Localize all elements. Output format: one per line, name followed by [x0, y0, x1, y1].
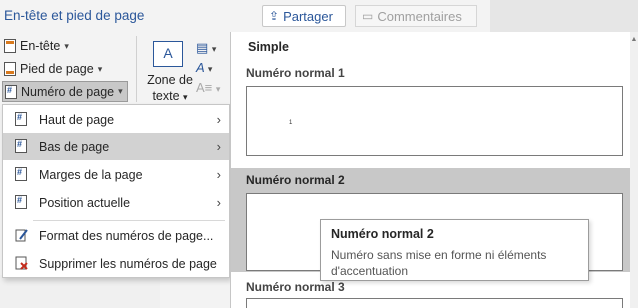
chevron-down-icon: ▾ [118, 86, 123, 96]
wordart-icon[interactable]: A ▾ [196, 60, 226, 80]
left-pane [0, 275, 160, 308]
menu-item-current-position[interactable]: Position actuelle › [3, 189, 229, 216]
header-button[interactable]: En-tête ▾ [4, 36, 69, 56]
menu-separator [33, 220, 225, 221]
gallery-item-label: Numéro normal 3 [246, 280, 345, 294]
textbox-icon[interactable]: A [153, 41, 183, 67]
textbox-label-line2: texte ▾ [152, 89, 188, 103]
gallery-scrollbar[interactable] [630, 32, 638, 308]
page-number-button[interactable]: Numéro de page ▾ [2, 81, 128, 102]
menu-item-label: Bas de page [39, 139, 110, 154]
title-bar-right [490, 0, 638, 32]
page-bottom-icon [15, 139, 27, 153]
share-icon: ⇪ [269, 9, 280, 23]
menu-item-remove-numbers[interactable]: Supprimer les numéros de page [3, 250, 229, 277]
page-margins-icon [15, 167, 27, 181]
page-top-icon [15, 112, 27, 126]
header-icon [4, 39, 16, 53]
footer-button[interactable]: Pied de page ▾ [4, 59, 102, 79]
gallery-item-label: Numéro normal 2 [246, 173, 345, 187]
textbox-label-line1: Zone de [147, 73, 193, 87]
textbox-button[interactable]: Zone de texte ▾ [145, 72, 195, 105]
menu-item-label: Position actuelle [39, 195, 131, 210]
gallery-section-title: Simple [248, 40, 289, 54]
ribbon-tab-title: En-tête et pied de page [4, 8, 145, 23]
remove-numbers-icon [15, 256, 29, 273]
menu-item-label: Format des numéros de page... [39, 228, 214, 243]
menu-item-label: Marges de la page [39, 167, 143, 182]
quick-parts-icon[interactable]: ▤ ▾ [196, 40, 226, 60]
chevron-right-icon: › [216, 195, 221, 210]
share-label: Partager [283, 8, 333, 24]
preview-page-number: 1 [289, 120, 293, 126]
format-numbers-icon [15, 228, 29, 245]
gallery-item-normal-3[interactable] [246, 298, 623, 308]
tooltip-title: Numéro normal 2 [331, 227, 434, 241]
comment-icon: ▭ [362, 9, 374, 23]
chevron-right-icon: › [216, 112, 221, 127]
gallery-item-normal-1[interactable]: 1 [246, 86, 623, 156]
page-number-menu: Haut de page › Bas de page › Marges de l… [2, 104, 230, 278]
chevron-right-icon: › [216, 139, 221, 154]
share-button[interactable]: ⇪ Partager [262, 5, 346, 27]
gallery-tooltip: Numéro normal 2 Numéro sans mise en form… [320, 219, 589, 281]
drop-cap-icon[interactable]: A≡ ▾ [196, 80, 226, 100]
comments-label: Commentaires [377, 8, 462, 24]
header-label: En-tête [20, 39, 61, 53]
menu-item-label: Supprimer les numéros de page [39, 256, 217, 271]
footer-icon [4, 62, 16, 76]
menu-item-bottom-of-page[interactable]: Bas de page › [3, 133, 229, 160]
page-number-label: Numéro de page [21, 84, 115, 99]
chevron-right-icon: › [216, 167, 221, 182]
chevron-down-icon: ▾ [97, 63, 103, 74]
comments-button[interactable]: ▭ Commentaires [355, 5, 477, 27]
scroll-up-icon[interactable]: ▲ [630, 36, 638, 46]
current-position-icon [15, 195, 27, 209]
menu-item-label: Haut de page [39, 112, 115, 127]
menu-item-format-numbers[interactable]: Format des numéros de page... [3, 222, 229, 249]
ribbon-small-icons: ▤ ▾ A ▾ A≡ ▾ [196, 40, 226, 100]
ribbon-separator [136, 36, 137, 102]
menu-item-page-margins[interactable]: Marges de la page › [3, 161, 229, 188]
page-number-icon [5, 84, 17, 99]
menu-item-top-of-page[interactable]: Haut de page › [3, 106, 229, 133]
footer-label: Pied de page [20, 62, 94, 76]
gallery-item-label: Numéro normal 1 [246, 66, 345, 80]
tooltip-description: Numéro sans mise en forme ni éléments d'… [331, 248, 547, 278]
chevron-down-icon: ▾ [64, 40, 69, 51]
